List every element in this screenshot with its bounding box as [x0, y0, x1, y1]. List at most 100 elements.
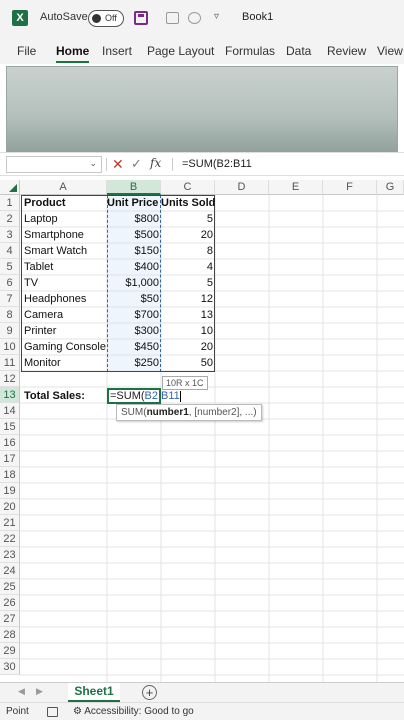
tab-review[interactable]: Review [327, 44, 366, 58]
row-header-8[interactable]: 8 [0, 307, 20, 323]
row-header-16[interactable]: 16 [0, 435, 20, 451]
table-cell[interactable]: Gaming Console [24, 339, 106, 355]
table-cell[interactable]: Headphones [24, 291, 86, 307]
cancel-icon[interactable]: ✕ [112, 156, 124, 173]
table-cell[interactable]: 5 [161, 211, 215, 227]
table-cell[interactable]: Camera [24, 307, 63, 323]
row-header-9[interactable]: 9 [0, 323, 20, 339]
row-header-2[interactable]: 2 [0, 211, 20, 227]
table-cell[interactable]: 8 [161, 243, 215, 259]
column-header-b[interactable]: B [107, 180, 161, 195]
row-header-6[interactable]: 6 [0, 275, 20, 291]
function-screentip[interactable]: SUM(number1, [number2], ...) [116, 404, 262, 421]
table-cell[interactable]: 10 [161, 323, 215, 339]
table-cell[interactable]: 20 [161, 227, 215, 243]
table-cell[interactable]: $300 [107, 323, 161, 339]
table-cell[interactable]: Unit Price [107, 195, 158, 211]
customize-toolbar-icon[interactable]: ▿ [214, 11, 219, 22]
row-header-13[interactable]: 13 [0, 387, 20, 403]
table-cell[interactable]: Laptop [24, 211, 58, 227]
table-cell[interactable]: Tablet [24, 259, 53, 275]
row-header-17[interactable]: 17 [0, 451, 20, 467]
scroll-right-icon[interactable]: ▶ [36, 686, 43, 697]
table-cell[interactable]: $250 [107, 355, 161, 371]
table-cell[interactable]: 12 [161, 291, 215, 307]
total-sales-label[interactable]: Total Sales: [24, 388, 85, 404]
row-header-30[interactable]: 30 [0, 659, 20, 675]
row-header-19[interactable]: 19 [0, 483, 20, 499]
accessibility-status[interactable]: ⚙ Accessibility: Good to go [73, 706, 194, 717]
autosave-toggle[interactable]: Off [88, 10, 124, 27]
table-cell[interactable]: $800 [107, 211, 161, 227]
row-header-21[interactable]: 21 [0, 515, 20, 531]
tab-file[interactable]: File [17, 44, 36, 58]
settings-icon[interactable] [188, 12, 201, 24]
active-edit-cell[interactable]: =SUM(B2:B11 [107, 388, 181, 404]
table-cell[interactable]: 20 [161, 339, 215, 355]
column-header-c[interactable]: C [161, 180, 215, 195]
row-header-4[interactable]: 4 [0, 243, 20, 259]
formula-input[interactable]: =SUM(B2:B11 [182, 158, 252, 170]
table-cell[interactable]: $150 [107, 243, 161, 259]
row-header-5[interactable]: 5 [0, 259, 20, 275]
row-header-26[interactable]: 26 [0, 595, 20, 611]
row-header-7[interactable]: 7 [0, 291, 20, 307]
table-cell[interactable]: 50 [161, 355, 215, 371]
row-header-10[interactable]: 10 [0, 339, 20, 355]
row-header-25[interactable]: 25 [0, 579, 20, 595]
table-cell[interactable]: TV [24, 275, 38, 291]
table-cell[interactable]: $450 [107, 339, 161, 355]
insert-function-icon[interactable]: fx [150, 156, 161, 170]
tab-formulas[interactable]: Formulas [225, 44, 275, 58]
row-header-1[interactable]: 1 [0, 195, 20, 211]
macro-record-icon[interactable] [47, 707, 58, 717]
row-header-12[interactable]: 12 [0, 371, 20, 387]
name-box[interactable]: ⌄ [6, 156, 102, 173]
picture-icon[interactable] [166, 12, 179, 24]
tab-data[interactable]: Data [286, 44, 311, 58]
tab-page-layout[interactable]: Page Layout [147, 44, 214, 58]
formula-bar: ⌄ ✕ ✓ fx =SUM(B2:B11 [0, 152, 404, 176]
column-header-d[interactable]: D [215, 180, 269, 195]
tab-home[interactable]: Home [56, 44, 90, 63]
table-cell[interactable]: 4 [161, 259, 215, 275]
sheet-tab-sheet1[interactable]: Sheet1 [68, 683, 120, 702]
table-cell[interactable]: $500 [107, 227, 161, 243]
table-cell[interactable]: Units Sold [161, 195, 215, 211]
row-header-29[interactable]: 29 [0, 643, 20, 659]
column-header-g[interactable]: G [377, 180, 404, 195]
table-cell[interactable]: $1,000 [107, 275, 161, 291]
scroll-left-icon[interactable]: ◀ [18, 686, 25, 697]
row-header-20[interactable]: 20 [0, 499, 20, 515]
save-icon[interactable] [134, 11, 148, 25]
row-header-18[interactable]: 18 [0, 467, 20, 483]
tab-insert[interactable]: Insert [102, 44, 132, 58]
row-header-22[interactable]: 22 [0, 531, 20, 547]
row-header-14[interactable]: 14 [0, 403, 20, 419]
table-cell[interactable]: $50 [107, 291, 161, 307]
row-header-27[interactable]: 27 [0, 611, 20, 627]
row-header-24[interactable]: 24 [0, 563, 20, 579]
enter-check-icon[interactable]: ✓ [131, 156, 142, 172]
row-header-23[interactable]: 23 [0, 547, 20, 563]
table-cell[interactable]: Monitor [24, 355, 61, 371]
row-header-28[interactable]: 28 [0, 627, 20, 643]
table-cell[interactable]: 13 [161, 307, 215, 323]
table-cell[interactable]: Smart Watch [24, 243, 87, 259]
column-header-a[interactable]: A [20, 180, 107, 195]
row-header-3[interactable]: 3 [0, 227, 20, 243]
chevron-down-icon[interactable]: ⌄ [89, 158, 97, 169]
add-sheet-icon[interactable]: + [142, 685, 157, 700]
table-cell[interactable]: 5 [161, 275, 215, 291]
row-header-15[interactable]: 15 [0, 419, 20, 435]
row-header-11[interactable]: 11 [0, 355, 20, 371]
column-header-e[interactable]: E [269, 180, 323, 195]
table-cell[interactable]: Printer [24, 323, 56, 339]
table-cell[interactable]: $400 [107, 259, 161, 275]
column-header-f[interactable]: F [323, 180, 377, 195]
table-cell[interactable]: $700 [107, 307, 161, 323]
table-cell[interactable]: Smartphone [24, 227, 84, 243]
select-all-corner[interactable] [0, 180, 20, 195]
tab-view[interactable]: View [377, 44, 403, 58]
table-cell[interactable]: Product [24, 195, 66, 211]
